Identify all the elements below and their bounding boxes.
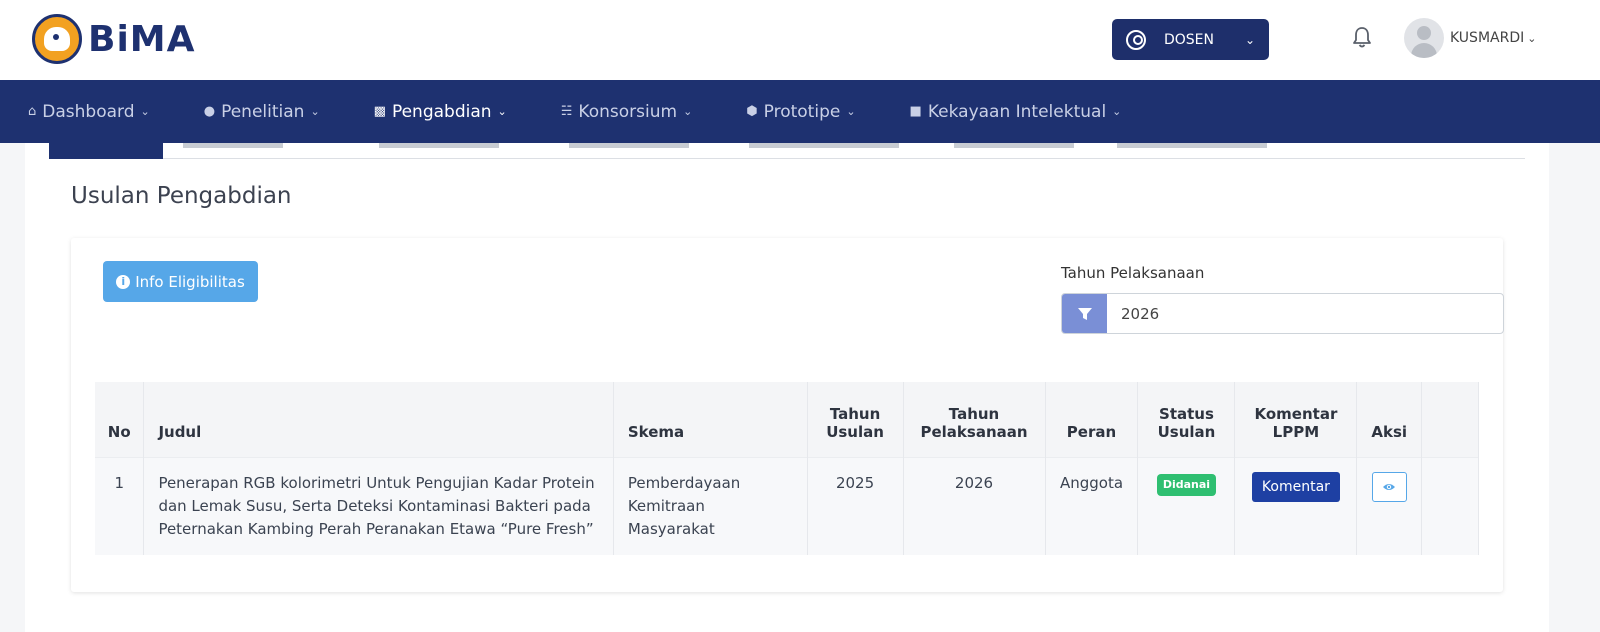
user-circle-icon	[1126, 29, 1146, 50]
chevron-down-icon: ⌄	[846, 105, 856, 118]
tab-hidden[interactable]	[1117, 143, 1267, 148]
col-tahun-pelaksanaan: Tahun Pelaksanaan	[903, 382, 1046, 457]
nav-dashboard-label: Dashboard	[42, 101, 135, 122]
main-navbar: ⌂ Dashboard ⌄ ● Penelitian ⌄ ▩ Pengabdia…	[0, 80, 1600, 143]
lock-icon: ■	[909, 104, 922, 119]
komentar-button[interactable]: Komentar	[1251, 471, 1340, 502]
nav-kekayaan-intelektual[interactable]: ■ Kekayaan Intelektual ⌄	[910, 102, 1122, 122]
proposal-table: No Judul Skema Tahun Usulan Tahun Pelaksan…	[95, 382, 1479, 555]
nav-konsorsium[interactable]: ☵ Konsorsium ⌄	[561, 102, 693, 122]
chevron-down-icon: ⌄	[140, 105, 150, 118]
col-tahun-usulan: Tahun Usulan	[807, 382, 904, 457]
logo-mark-icon	[32, 14, 82, 64]
cell-aksi	[1356, 456, 1423, 555]
col-skema: Skema	[613, 382, 808, 457]
year-filter-value[interactable]: 2026	[1107, 294, 1503, 333]
content-panel: Usulan Pengabdian i Info Eligibilitas Ta…	[25, 143, 1549, 632]
nav-prototipe[interactable]: ⬢ Prototipe ⌄	[746, 102, 855, 122]
status-badge: Didanai	[1156, 473, 1217, 496]
notification-bell-icon[interactable]	[1352, 26, 1372, 50]
nav-penelitian[interactable]: ● Penelitian ⌄	[204, 102, 320, 122]
nav-kekayaan-intelektual-label: Kekayaan Intelektual	[927, 101, 1107, 122]
filter-button[interactable]	[1062, 294, 1107, 333]
col-status-usulan: Status Usulan	[1137, 382, 1236, 457]
cell-peran: Anggota	[1045, 456, 1139, 555]
box-icon: ⬢	[746, 104, 758, 119]
table-row: 1 Penerapan RGB kolorimetri Untuk Penguj…	[95, 456, 1479, 555]
filter-label: Tahun Pelaksanaan	[1061, 264, 1205, 282]
role-label: DOSEN	[1164, 31, 1215, 48]
col-komentar-lppm: Komentar LPPM	[1234, 382, 1358, 457]
search-icon: ●	[203, 104, 216, 119]
table-header-row: No Judul Skema Tahun Usulan Tahun Pelaksan…	[95, 382, 1479, 457]
tab-hidden[interactable]	[954, 143, 1074, 148]
filter-icon	[1077, 307, 1092, 320]
chevron-down-icon: ⌄	[1244, 32, 1255, 47]
col-no: No	[95, 382, 145, 457]
network-icon: ☵	[560, 104, 573, 119]
nav-pengabdian-label: Pengabdian	[391, 101, 492, 122]
chevron-down-icon: ⌄	[310, 105, 320, 118]
eye-icon	[1383, 483, 1396, 490]
col-aksi: Aksi	[1356, 382, 1423, 457]
nav-konsorsium-label: Konsorsium	[578, 101, 678, 122]
cell-tahun-usulan: 2025	[807, 456, 904, 555]
year-filter[interactable]: 2026	[1061, 293, 1504, 334]
nav-pengabdian[interactable]: ▩ Pengabdian ⌄	[374, 102, 507, 122]
document-icon: ▩	[373, 104, 386, 119]
col-peran: Peran	[1045, 382, 1139, 457]
tab-active[interactable]	[49, 143, 163, 159]
logo-text: BiMA	[88, 18, 196, 60]
nav-dashboard[interactable]: ⌂ Dashboard ⌄	[28, 102, 150, 122]
col-judul: Judul	[143, 382, 614, 457]
chevron-down-icon: ⌄	[683, 105, 693, 118]
info-icon: i	[116, 274, 131, 289]
top-header: BiMA DOSEN ⌄ KUSMARDI ⌄	[0, 0, 1600, 80]
cell-komentar: Komentar	[1234, 456, 1358, 555]
info-eligibilitas-label: Info Eligibilitas	[135, 272, 245, 291]
chevron-down-icon: ⌄	[497, 105, 507, 118]
cell-tahun-pelaksanaan: 2026	[903, 456, 1046, 555]
cell-judul: Penerapan RGB kolorimetri Untuk Pengujia…	[143, 456, 614, 555]
tab-hidden[interactable]	[183, 143, 283, 148]
cell-status: Didanai	[1137, 456, 1236, 555]
avatar	[1404, 18, 1444, 58]
tab-hidden[interactable]	[379, 143, 499, 148]
chevron-down-icon: ⌄	[1112, 105, 1122, 118]
view-button[interactable]	[1371, 471, 1407, 502]
cell-skema: Pemberdayaan Kemitraan Masyarakat	[613, 456, 808, 555]
info-eligibilitas-button[interactable]: i Info Eligibilitas	[103, 261, 258, 302]
home-icon: ⌂	[28, 104, 37, 119]
cell-no: 1	[95, 456, 145, 555]
col-empty	[1421, 382, 1479, 457]
tab-hidden[interactable]	[569, 143, 689, 148]
nav-penelitian-label: Penelitian	[221, 101, 305, 122]
nav-prototipe-label: Prototipe	[763, 101, 841, 122]
user-menu[interactable]: KUSMARDI ⌄	[1404, 18, 1536, 58]
role-switch-button[interactable]: DOSEN ⌄	[1112, 19, 1269, 60]
sub-tabs-strip	[49, 143, 1525, 159]
chevron-down-icon: ⌄	[1527, 31, 1537, 45]
cell-empty	[1421, 456, 1479, 555]
user-name: KUSMARDI	[1450, 30, 1525, 46]
tab-hidden[interactable]	[749, 143, 899, 148]
page-title: Usulan Pengabdian	[71, 183, 292, 209]
bima-logo[interactable]: BiMA	[32, 14, 195, 64]
proposal-card: i Info Eligibilitas Tahun Pelaksanaan 20…	[71, 238, 1504, 592]
